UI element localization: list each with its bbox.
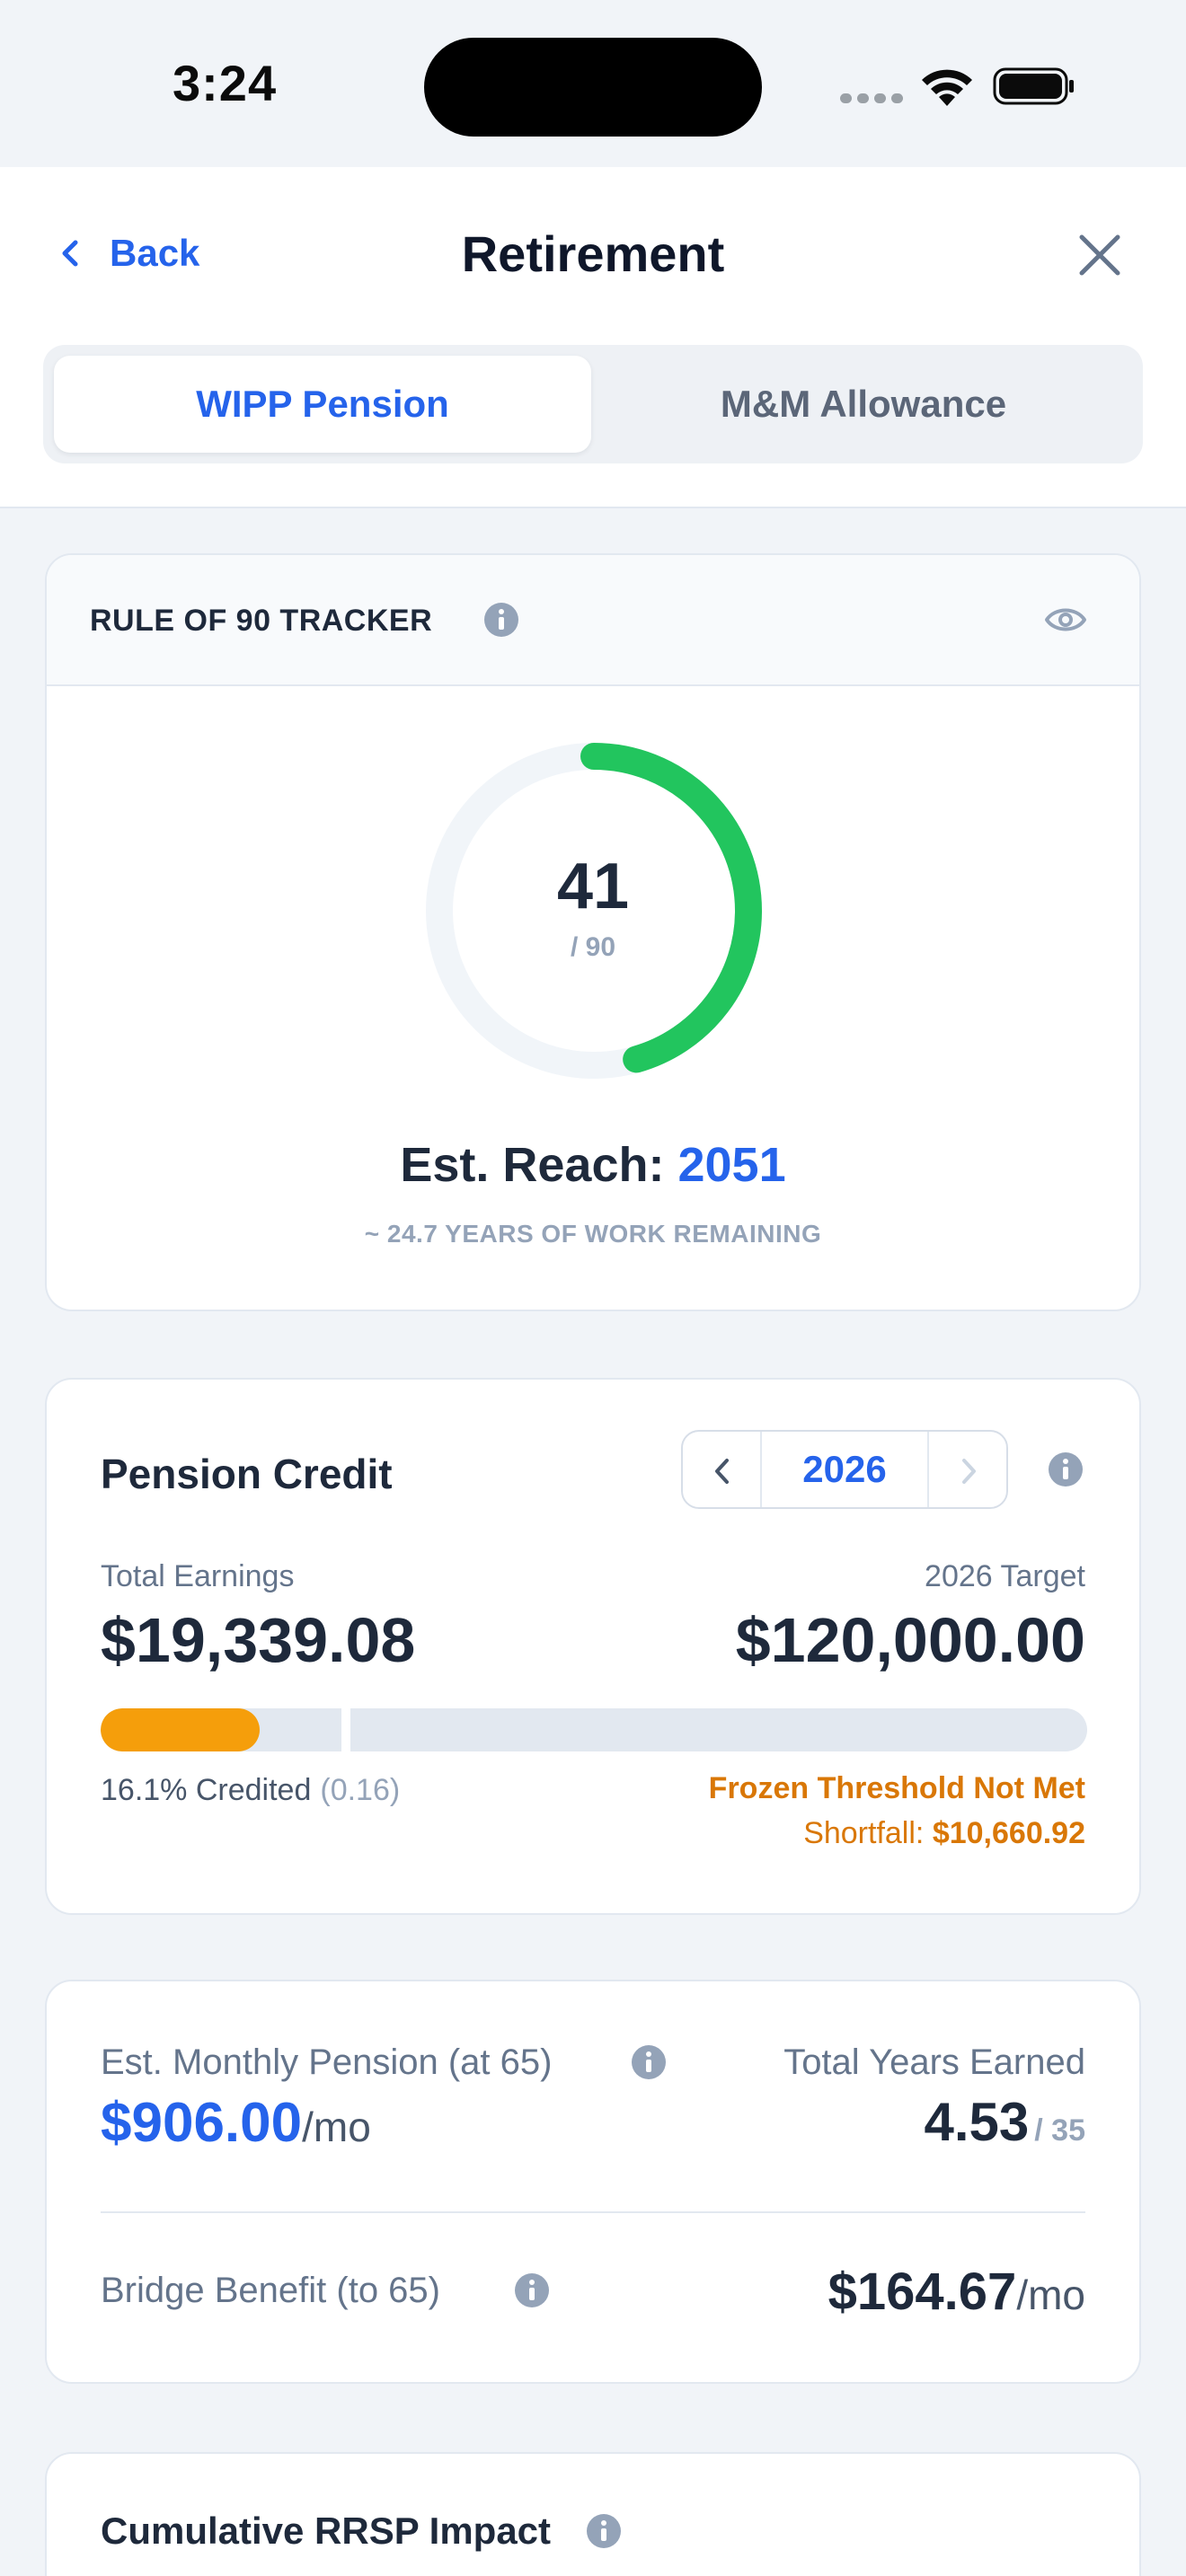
year-stepper: 2026 — [681, 1430, 1008, 1509]
monthly-pension-label: Est. Monthly Pension (at 65) — [101, 2042, 553, 2082]
prev-year-button[interactable] — [683, 1432, 762, 1507]
next-year-button[interactable] — [927, 1432, 1006, 1507]
total-years-label: Total Years Earned — [783, 2042, 1085, 2082]
divider — [101, 2211, 1085, 2213]
chevron-left-icon — [715, 1459, 729, 1484]
status-bar: 3:24 — [0, 0, 1186, 167]
total-earnings-amount: $19,339.08 — [101, 1605, 416, 1675]
shortfall-label: Shortfall: — [803, 1816, 925, 1850]
chevron-right-icon — [962, 1459, 976, 1484]
selected-year: 2026 — [802, 1448, 887, 1490]
total-years: 4.53/ 35 — [925, 2091, 1086, 2153]
shortfall-amount: $10,660.92 — [932, 1816, 1085, 1850]
threshold-marker — [341, 1708, 350, 1751]
rule-target: / 90 — [570, 932, 616, 962]
dynamic-island — [424, 38, 762, 137]
bridge-benefit-label: Bridge Benefit (to 65) — [101, 2271, 440, 2310]
est-reach: Est. Reach: 2051 — [47, 1137, 1139, 1193]
shortfall: Shortfall: $10,660.92 — [803, 1816, 1085, 1851]
close-icon[interactable] — [1073, 228, 1127, 282]
info-icon[interactable] — [514, 2272, 550, 2308]
rule-score: 41 — [556, 851, 630, 922]
total-years-value: 4.53 — [924, 2092, 1030, 2152]
battery-icon — [993, 67, 1074, 105]
nav-header: Back Retirement WIPP Pension M&M Allowan… — [0, 167, 1186, 508]
monthly-pension-amount: $906.00/mo — [101, 2091, 371, 2155]
pension-credit-title: Pension Credit — [101, 1451, 393, 1497]
info-icon[interactable] — [483, 602, 519, 638]
credited-ratio: (0.16) — [320, 1773, 401, 1807]
wifi-icon — [922, 69, 972, 106]
tab-mm-allowance[interactable]: M&M Allowance — [595, 356, 1132, 453]
info-icon[interactable] — [631, 2044, 667, 2080]
target-label: 2026 Target — [925, 1559, 1085, 1593]
rrsp-impact-title: Cumulative RRSP Impact — [101, 2510, 552, 2552]
eye-icon[interactable] — [1044, 604, 1087, 636]
monthly-pension-card: Est. Monthly Pension (at 65) $906.00/mo … — [45, 1980, 1141, 2384]
tab-wipp-pension[interactable]: WIPP Pension — [54, 356, 591, 453]
years-remaining: ~ 24.7 YEARS OF WORK REMAINING — [364, 1220, 822, 1248]
rrsp-impact-card: Cumulative RRSP Impact — [45, 2452, 1141, 2576]
credited-percent: 16.1% Credited — [101, 1773, 312, 1807]
est-reach-year: 2051 — [677, 1138, 786, 1192]
total-years-max: / 35 — [1034, 2113, 1085, 2148]
rule-of-90-card: RULE OF 90 TRACKER 41 / 90 Est. Reach: 2… — [45, 553, 1141, 1311]
info-icon[interactable] — [1048, 1451, 1084, 1487]
pension-credit-card: Pension Credit 2026 Total Earnings 2026 … — [45, 1378, 1141, 1915]
total-earnings-label: Total Earnings — [101, 1559, 295, 1593]
threshold-status: Frozen Threshold Not Met — [708, 1771, 1085, 1805]
segmented-control: WIPP Pension M&M Allowance — [43, 345, 1143, 463]
credit-progress-bar — [101, 1708, 1087, 1751]
info-icon[interactable] — [586, 2513, 622, 2549]
status-time: 3:24 — [173, 55, 278, 111]
signal-icon — [840, 93, 903, 106]
est-reach-label: Est. Reach: — [400, 1138, 665, 1192]
credited-text: 16.1% Credited (0.16) — [101, 1773, 400, 1808]
page-title: Retirement — [461, 225, 725, 282]
monthly-pension-unit: /mo — [302, 2104, 371, 2150]
bridge-benefit-amount: $164.67/mo — [828, 2262, 1085, 2322]
rule-card-header: RULE OF 90 TRACKER — [47, 555, 1139, 686]
credit-progress-fill — [101, 1708, 260, 1751]
bridge-benefit-value: $164.67 — [828, 2263, 1017, 2321]
target-amount: $120,000.00 — [735, 1605, 1085, 1675]
monthly-pension-value: $906.00 — [101, 2092, 303, 2154]
rule-title: RULE OF 90 TRACKER — [90, 604, 433, 638]
bridge-benefit-unit: /mo — [1016, 2272, 1085, 2318]
